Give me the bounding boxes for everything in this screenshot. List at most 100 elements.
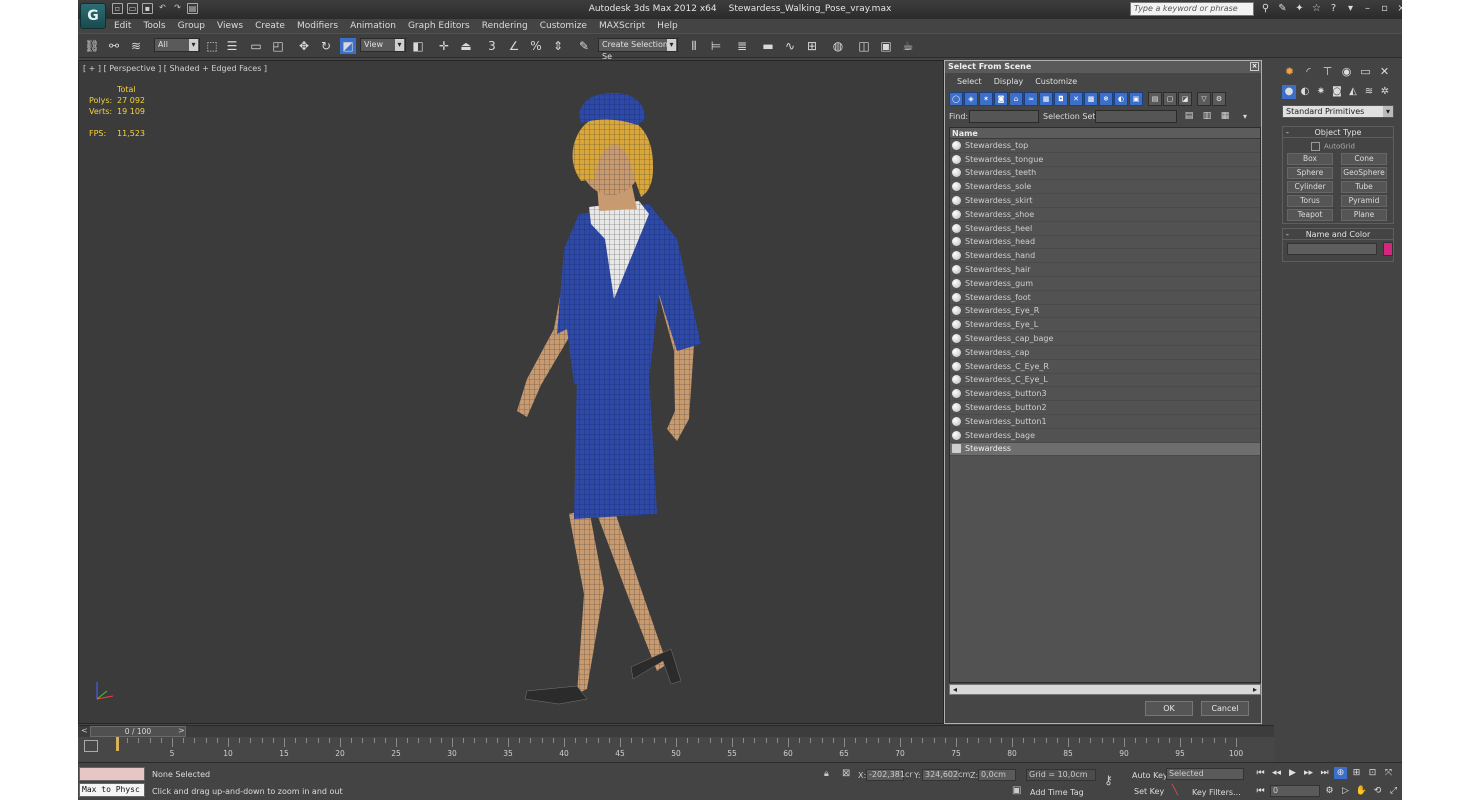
display-bones-icon[interactable]: ✕ xyxy=(1069,92,1083,106)
ok-button[interactable]: OK xyxy=(1145,701,1193,716)
display-frozen-icon[interactable]: ❄ xyxy=(1099,92,1113,106)
menu-animation[interactable]: Animation xyxy=(344,19,402,33)
restore-icon[interactable]: ▫ xyxy=(1379,3,1390,14)
select-none-icon[interactable]: ▢ xyxy=(1163,92,1177,106)
geosphere-button[interactable]: GeoSphere xyxy=(1341,167,1387,179)
auto-key-button[interactable]: Auto Key xyxy=(1132,771,1168,780)
favorites-icon[interactable]: ☆ xyxy=(1311,3,1322,14)
dialog-menu-select[interactable]: Select xyxy=(951,75,988,89)
select-all-icon[interactable]: ▤ xyxy=(1148,92,1162,106)
lights-category-icon[interactable]: ✷ xyxy=(1314,85,1328,99)
set-key-icon[interactable]: ⚷ xyxy=(1104,773,1113,787)
search-input[interactable]: Type a keyword or phrase xyxy=(1130,2,1254,16)
list-item[interactable]: Stewardess xyxy=(950,442,1260,457)
render-production-icon[interactable]: ☕ xyxy=(900,38,916,54)
selection-set-edit-icon[interactable]: ▦ xyxy=(1217,108,1233,124)
display-geometry-icon[interactable]: ◯ xyxy=(949,92,963,106)
time-slider-prev-icon[interactable]: < xyxy=(81,726,88,735)
list-item[interactable]: Stewardess_hand xyxy=(950,249,1260,264)
scroll-left-icon[interactable]: ◂ xyxy=(950,685,960,694)
menu-views[interactable]: Views xyxy=(211,19,249,33)
rectangular-selection-icon[interactable]: ▭ xyxy=(248,38,264,54)
list-item[interactable]: Stewardess_teeth xyxy=(950,167,1260,181)
select-invert-icon[interactable]: ◪ xyxy=(1178,92,1192,106)
menu-help[interactable]: Help xyxy=(651,19,684,33)
selection-filter-dropdown[interactable]: All xyxy=(154,38,200,52)
display-space-warps-icon[interactable]: ≈ xyxy=(1024,92,1038,106)
time-config-icon[interactable]: ⚙ xyxy=(1323,785,1336,797)
mirror-icon[interactable]: ⫴ xyxy=(686,38,702,54)
menu-customize[interactable]: Customize xyxy=(534,19,593,33)
move-icon[interactable]: ✥ xyxy=(296,38,312,54)
find-input[interactable] xyxy=(969,110,1039,123)
undo-icon[interactable]: ↶ xyxy=(157,3,168,14)
helpers-category-icon[interactable]: ◭ xyxy=(1346,85,1360,99)
field-of-view-icon[interactable]: ▷ xyxy=(1339,785,1352,797)
list-item[interactable]: Stewardess_shoe xyxy=(950,208,1260,222)
pan-view-icon[interactable]: ✋ xyxy=(1355,785,1368,797)
modify-tab-icon[interactable]: ◜ xyxy=(1301,64,1316,79)
graphite-ribbon-icon[interactable]: ▬ xyxy=(760,38,776,54)
horizontal-scrollbar[interactable]: ◂ ▸ xyxy=(949,684,1261,695)
menu-edit[interactable]: Edit xyxy=(108,19,137,33)
list-item[interactable]: Stewardess_button1 xyxy=(950,415,1260,429)
key-mode-dropdown[interactable]: Selected xyxy=(1166,768,1244,780)
absolute-mode-icon[interactable]: ⊠ xyxy=(842,768,850,779)
systems-category-icon[interactable]: ✲ xyxy=(1378,85,1392,99)
time-slider-next-icon[interactable]: > xyxy=(178,726,185,735)
space-warps-category-icon[interactable]: ≋ xyxy=(1362,85,1376,99)
geometry-category-icon[interactable]: ● xyxy=(1282,85,1296,99)
display-helpers-icon[interactable]: ⌂ xyxy=(1009,92,1023,106)
selection-set-dropdown[interactable] xyxy=(1095,110,1177,123)
list-item[interactable]: Stewardess_heel xyxy=(950,222,1260,236)
named-selection-set-dropdown[interactable]: Create Selection Se xyxy=(598,38,678,61)
new-file-icon[interactable]: ▫ xyxy=(112,3,123,14)
angle-snap-icon[interactable]: ∠ xyxy=(506,38,522,54)
tube-button[interactable]: Tube xyxy=(1341,181,1387,193)
list-item[interactable]: Stewardess_Eye_L xyxy=(950,318,1260,333)
window-crossing-icon[interactable]: ◰ xyxy=(270,38,286,54)
zoom-icon[interactable]: ⊕ xyxy=(1334,767,1347,779)
reference-coordinate-dropdown[interactable]: View xyxy=(360,38,406,52)
cylinder-button[interactable]: Cylinder xyxy=(1287,181,1333,193)
maxscript-listener-top[interactable] xyxy=(79,767,145,781)
maximize-viewport-icon[interactable]: ⤢ xyxy=(1387,785,1400,797)
stewardess-model[interactable] xyxy=(409,89,729,709)
play-icon[interactable]: ▶ xyxy=(1286,767,1299,779)
trackbar[interactable]: 5 10 15 20 25 30 35 40 45 50 55 60 65 70 75 80 85 90 95 100 xyxy=(78,737,1274,762)
display-all-icon[interactable]: ▣ xyxy=(1129,92,1143,106)
list-item[interactable]: Stewardess_button2 xyxy=(950,401,1260,415)
menu-graph-editors[interactable]: Graph Editors xyxy=(402,19,476,33)
display-groups-icon[interactable]: ▦ xyxy=(1039,92,1053,106)
scroll-right-icon[interactable]: ▸ xyxy=(1250,685,1260,694)
display-tab-icon[interactable]: ▭ xyxy=(1358,64,1373,79)
minimize-icon[interactable]: – xyxy=(1362,3,1373,14)
render-setup-icon[interactable]: ◫ xyxy=(856,38,872,54)
app-logo-icon[interactable]: G xyxy=(80,3,106,29)
object-type-title[interactable]: Object Type xyxy=(1283,127,1393,138)
rendered-frame-window-icon[interactable]: ▣ xyxy=(878,38,894,54)
y-coord-field[interactable]: 324,602cm xyxy=(922,769,970,781)
subscription-icon[interactable]: ✎ xyxy=(1277,3,1288,14)
x-coord-field[interactable]: -202,381cr xyxy=(866,769,913,781)
object-name-field[interactable] xyxy=(1287,243,1377,255)
filter-options-icon[interactable]: ⚙ xyxy=(1212,92,1226,106)
options-dropdown-icon[interactable]: ▾ xyxy=(1237,109,1253,125)
menu-tools[interactable]: Tools xyxy=(137,19,171,33)
layer-manager-icon[interactable]: ≣ xyxy=(734,38,750,54)
menu-create[interactable]: Create xyxy=(249,19,291,33)
set-key-button[interactable]: Set Key xyxy=(1134,787,1164,796)
list-item[interactable]: Stewardess_tongue xyxy=(950,153,1260,167)
close-icon[interactable]: × xyxy=(1396,3,1402,14)
maxscript-listener-bottom[interactable]: Max to Physc xyxy=(79,783,145,797)
menu-rendering[interactable]: Rendering xyxy=(476,19,534,33)
add-time-tag-button[interactable]: Add Time Tag xyxy=(1030,788,1084,797)
list-item[interactable]: Stewardess_button3 xyxy=(950,387,1260,402)
go-to-start-icon[interactable]: ⏮ xyxy=(1254,767,1267,779)
cameras-category-icon[interactable]: ◙ xyxy=(1330,85,1344,99)
display-lights-icon[interactable]: ✶ xyxy=(979,92,993,106)
object-color-swatch[interactable] xyxy=(1383,242,1393,256)
torus-button[interactable]: Torus xyxy=(1287,195,1333,207)
binoculars-icon[interactable]: ⚲ xyxy=(1260,3,1271,14)
key-filters-button[interactable]: Key Filters... xyxy=(1192,788,1241,797)
